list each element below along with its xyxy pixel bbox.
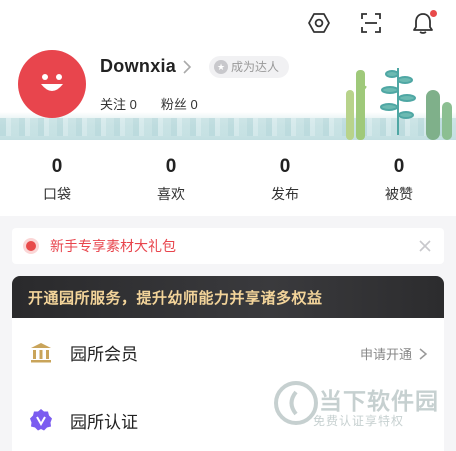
notice-text: 新手专享素材大礼包 xyxy=(50,238,176,254)
notification-icon[interactable] xyxy=(408,8,438,38)
menu-item-label: 园所会员 xyxy=(70,344,138,364)
institution-service-banner[interactable]: 开通园所服务，提升幼师能力并享诸多权益 xyxy=(12,276,444,318)
chevron-right-icon[interactable] xyxy=(180,58,194,76)
menu-list: 园所会员 申请开通 园所认证 xyxy=(12,318,444,451)
apply-open-link[interactable]: 申请开通 xyxy=(360,344,428,363)
plant-illustration xyxy=(346,68,452,140)
stat-posts[interactable]: 0 发布 xyxy=(228,140,342,216)
avatar-face-icon xyxy=(41,74,63,91)
scan-icon[interactable] xyxy=(356,8,386,38)
stat-likes[interactable]: 0 喜欢 xyxy=(114,140,228,216)
stat-pocket[interactable]: 0 口袋 xyxy=(0,140,114,216)
profile-header: Downxia ★ 成为达人 关注 0 粉丝 0 xyxy=(0,0,456,140)
star-icon: ★ xyxy=(214,60,228,74)
stat-liked[interactable]: 0 被赞 xyxy=(342,140,456,216)
notice-dot-icon xyxy=(26,241,36,251)
menu-item-institution-membership[interactable]: 园所会员 申请开通 xyxy=(12,318,444,386)
settings-icon[interactable] xyxy=(304,8,334,38)
verified-icon xyxy=(28,407,54,433)
newbie-gift-notice[interactable]: 新手专享素材大礼包 xyxy=(12,228,444,264)
badge-label: 成为达人 xyxy=(231,60,280,74)
avatar[interactable] xyxy=(18,50,86,118)
banner-text: 开通园所服务，提升幼师能力并享诸多权益 xyxy=(28,289,323,307)
following-stat[interactable]: 关注 0 xyxy=(100,94,137,113)
institution-icon xyxy=(28,339,54,365)
username[interactable]: Downxia xyxy=(100,56,176,77)
close-icon[interactable] xyxy=(416,237,434,255)
chevron-right-icon xyxy=(419,347,428,360)
stats-bar: 0 口袋 0 喜欢 0 发布 0 被赞 xyxy=(0,140,456,216)
menu-item-label: 园所认证 xyxy=(70,412,138,432)
notification-badge-dot xyxy=(430,10,437,17)
follow-stats: 关注 0 粉丝 0 xyxy=(100,94,198,113)
menu-item-institution-verification[interactable]: 园所认证 xyxy=(12,386,444,451)
become-expert-badge[interactable]: ★ 成为达人 xyxy=(209,56,290,78)
followers-stat[interactable]: 粉丝 0 xyxy=(161,94,198,113)
top-icon-bar xyxy=(304,8,438,38)
